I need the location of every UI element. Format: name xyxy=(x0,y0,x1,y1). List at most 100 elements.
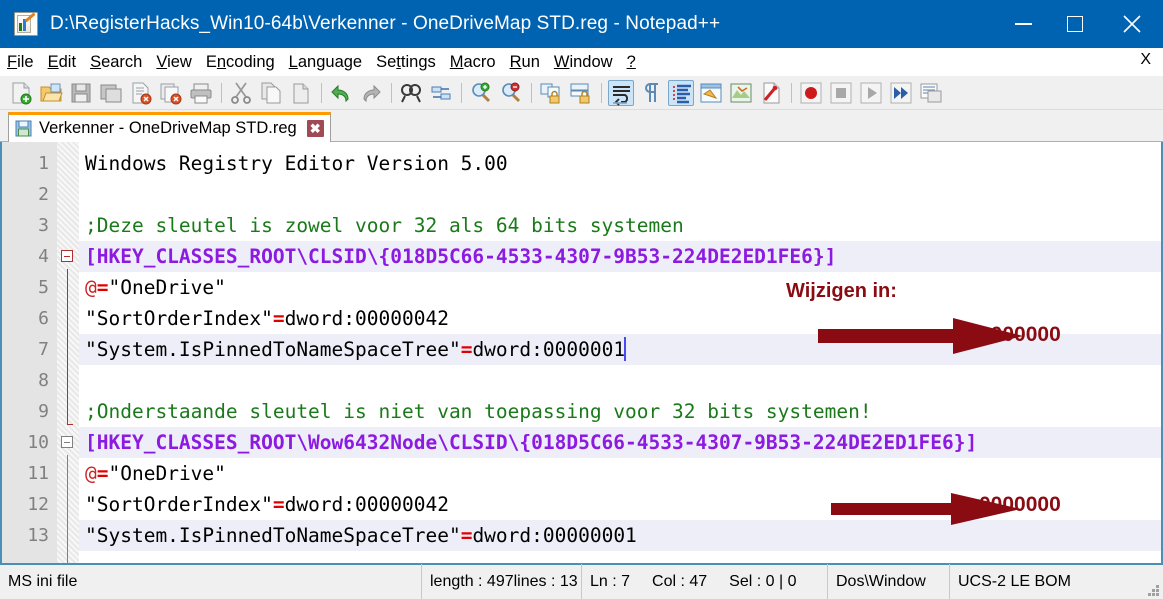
code-folding-column[interactable] xyxy=(57,142,79,563)
maximize-button[interactable] xyxy=(1049,0,1101,48)
show-all-characters-icon[interactable] xyxy=(638,80,664,106)
menu-item-view[interactable]: View xyxy=(149,49,198,75)
play-macro-icon[interactable] xyxy=(858,80,884,106)
zoom-out-icon[interactable] xyxy=(498,80,524,106)
toolbar xyxy=(0,76,1163,110)
sync-horizontal-icon[interactable] xyxy=(568,80,594,106)
close-button[interactable] xyxy=(1101,0,1163,48)
print-icon[interactable] xyxy=(188,80,214,106)
code-line[interactable]: @="OneDrive" xyxy=(79,272,1161,303)
code-text: = xyxy=(272,307,285,330)
code-line[interactable] xyxy=(79,365,1161,396)
close-document-button[interactable]: X xyxy=(1140,51,1151,69)
toolbar-separator xyxy=(531,82,532,103)
toolbar-separator xyxy=(601,82,602,103)
save-macro-icon[interactable] xyxy=(918,80,944,106)
find-icon[interactable] xyxy=(398,80,424,106)
new-file-icon[interactable] xyxy=(8,80,34,106)
line-number: 5 xyxy=(38,277,49,298)
fold-toggle-line4[interactable] xyxy=(61,250,73,262)
code-line[interactable]: Windows Registry Editor Version 5.00 xyxy=(79,148,1161,179)
code-text: "System.IsPinnedToNameSpaceTree" xyxy=(85,338,461,361)
fold-row xyxy=(57,458,79,489)
status-metrics[interactable]: length : 497 lines : 13 xyxy=(422,564,582,599)
status-caret-position[interactable]: Ln : 7 Col : 47 Sel : 0 | 0 xyxy=(582,564,828,599)
line-number: 9 xyxy=(38,401,49,422)
menu-item-help[interactable]: ? xyxy=(620,49,643,75)
record-macro-icon[interactable] xyxy=(798,80,824,106)
menu-item-settings[interactable]: Settings xyxy=(369,49,443,75)
status-encoding[interactable]: UCS-2 LE BOM xyxy=(950,564,1090,599)
undo-icon[interactable] xyxy=(328,80,354,106)
close-file-icon[interactable] xyxy=(128,80,154,106)
status-lines: lines : 13 xyxy=(513,573,578,590)
replace-icon[interactable] xyxy=(428,80,454,106)
code-line[interactable]: ;Deze sleutel is zowel voor 32 als 64 bi… xyxy=(79,210,1161,241)
menu-item-language[interactable]: Language xyxy=(282,49,369,75)
notepadpp-window: D:\RegisterHacks_Win10-64b\Verkenner - O… xyxy=(0,0,1163,599)
text-caret xyxy=(624,337,627,361)
code-text: "SortOrderIndex" xyxy=(85,307,273,330)
minimize-button[interactable] xyxy=(997,0,1049,48)
code-content[interactable]: Windows Registry Editor Version 5.00 ;De… xyxy=(79,142,1161,563)
line-number: 4 xyxy=(38,246,49,267)
editor-area[interactable]: 1 2 3 4 5 6 7 8 9 10 11 12 13 Windows Re… xyxy=(0,142,1163,563)
save-all-icon[interactable] xyxy=(98,80,124,106)
tab-close-icon[interactable]: ✖ xyxy=(306,120,324,137)
menu-item-run[interactable]: Run xyxy=(503,49,547,75)
code-line[interactable]: @="OneDrive" xyxy=(79,458,1161,489)
paste-icon[interactable] xyxy=(288,80,314,106)
code-line[interactable]: [HKEY_CLASSES_ROOT\CLSID\{018D5C66-4533-… xyxy=(79,241,1161,272)
fold-row xyxy=(57,303,79,334)
code-text: = xyxy=(96,462,109,485)
line-number: 12 xyxy=(27,494,49,515)
status-document-type[interactable]: MS ini file xyxy=(0,564,422,599)
cut-icon[interactable] xyxy=(228,80,254,106)
menu-item-file[interactable]: File xyxy=(0,49,41,75)
resize-grip-icon[interactable] xyxy=(1146,583,1160,597)
window-title: D:\RegisterHacks_Win10-64b\Verkenner - O… xyxy=(50,13,721,34)
menu-item-edit[interactable]: Edit xyxy=(41,49,83,75)
annotation-value-top: 0000000 xyxy=(979,323,1061,346)
open-file-icon[interactable] xyxy=(38,80,64,106)
save-icon[interactable] xyxy=(68,80,94,106)
function-list-icon[interactable] xyxy=(758,80,784,106)
saved-file-icon xyxy=(15,120,32,137)
menu-item-encoding[interactable]: Encoding xyxy=(199,49,282,75)
redo-icon[interactable] xyxy=(358,80,384,106)
fold-line-block1 xyxy=(66,269,68,424)
code-text: "SortOrderIndex" xyxy=(85,493,273,516)
close-all-icon[interactable] xyxy=(158,80,184,106)
status-bar: MS ini file length : 497 lines : 13 Ln :… xyxy=(0,563,1163,599)
code-text: "System.IsPinnedToNameSpaceTree" xyxy=(85,524,461,547)
menu-item-window[interactable]: Window xyxy=(547,49,620,75)
toolbar-separator xyxy=(221,82,222,103)
code-line[interactable]: ;Onderstaande sleutel is niet van toepas… xyxy=(79,396,1161,427)
line-number: 7 xyxy=(38,339,49,360)
status-ln: Ln : 7 xyxy=(590,573,631,590)
document-map-icon[interactable] xyxy=(728,80,754,106)
code-line[interactable]: [HKEY_CLASSES_ROOT\Wow6432Node\CLSID\{01… xyxy=(79,427,1161,458)
tab-verkenner-onedrivemap-std[interactable]: Verkenner - OneDriveMap STD.reg ✖ xyxy=(8,112,331,142)
code-text: [HKEY_CLASSES_ROOT\Wow6432Node\CLSID\{01… xyxy=(85,431,978,454)
line-number: 13 xyxy=(27,525,49,546)
fold-row xyxy=(57,179,79,210)
user-defined-dialog-icon[interactable] xyxy=(698,80,724,106)
fold-toggle-line10[interactable] xyxy=(61,436,73,448)
menu-item-macro[interactable]: Macro xyxy=(443,49,503,75)
copy-icon[interactable] xyxy=(258,80,284,106)
tab-bar: Verkenner - OneDriveMap STD.reg ✖ xyxy=(0,110,1163,142)
indent-guide-icon[interactable] xyxy=(668,79,694,106)
fold-row xyxy=(57,365,79,396)
menu-item-search[interactable]: Search xyxy=(83,49,149,75)
status-eol-format[interactable]: Dos\Window xyxy=(828,564,950,599)
code-line[interactable] xyxy=(79,179,1161,210)
run-macro-multiple-icon[interactable] xyxy=(888,80,914,106)
line-number: 10 xyxy=(27,432,49,453)
zoom-in-icon[interactable] xyxy=(468,80,494,106)
stop-macro-icon[interactable] xyxy=(828,80,854,106)
word-wrap-icon[interactable] xyxy=(608,79,634,106)
sync-vertical-icon[interactable] xyxy=(538,80,564,106)
close-icon xyxy=(1123,15,1141,33)
menu-bar: File Edit Search View Encoding Language … xyxy=(0,48,1163,76)
